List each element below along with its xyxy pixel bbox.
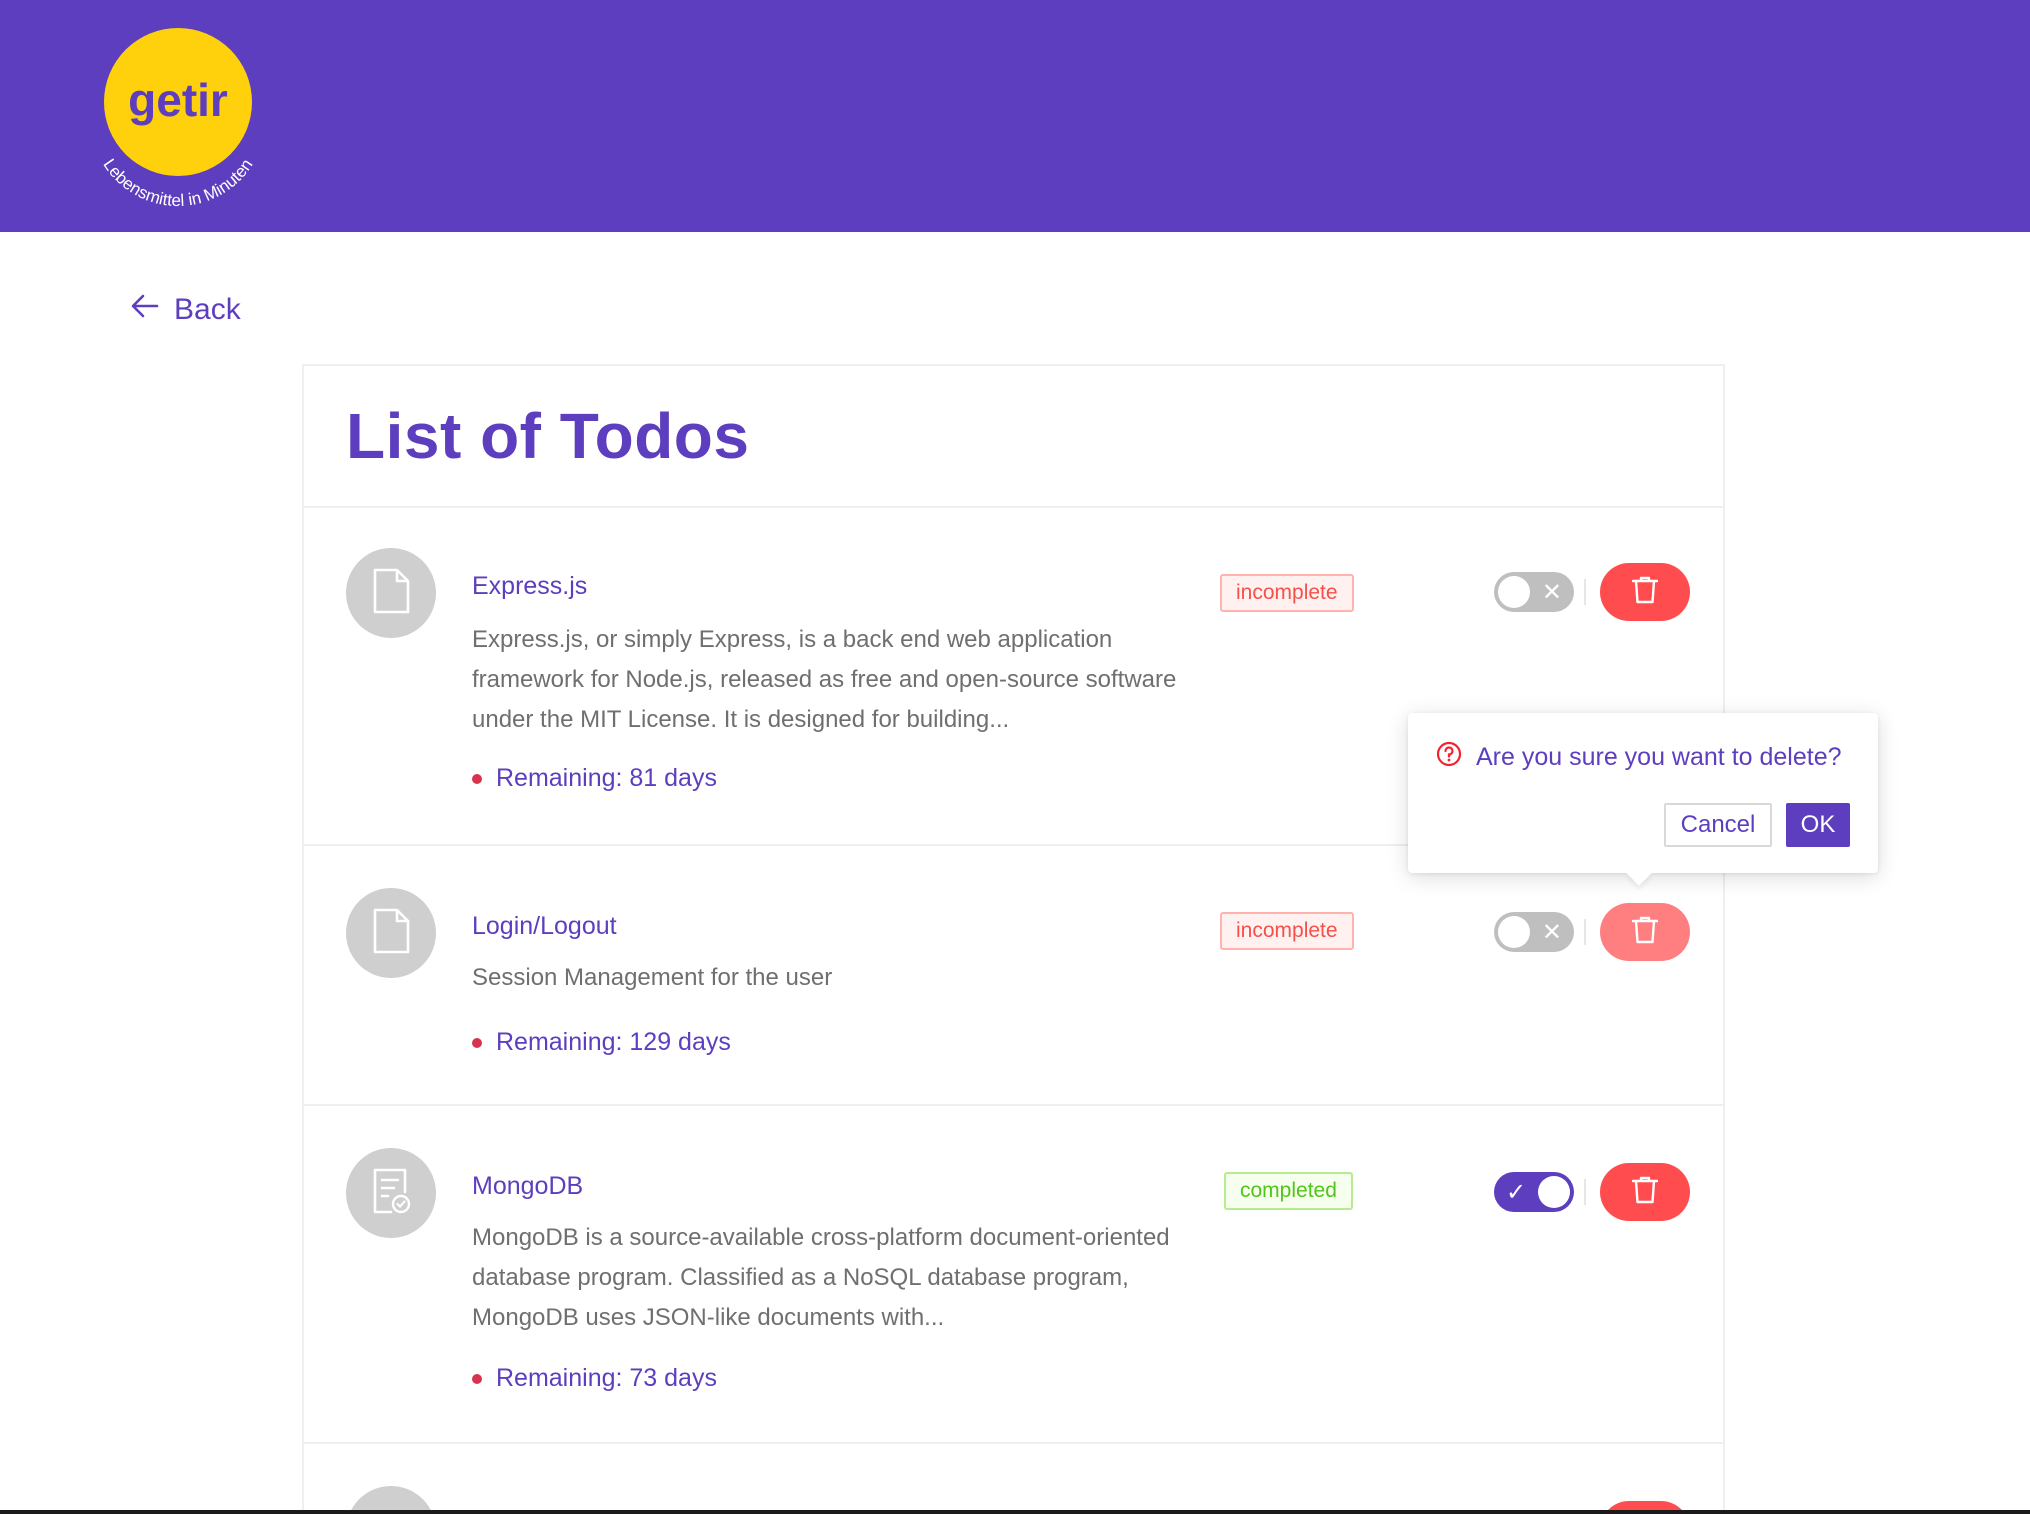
- todo-title[interactable]: MongoDB: [472, 1172, 583, 1201]
- toggle-knob: [1498, 576, 1530, 608]
- todo-remaining: Remaining: 73 days: [472, 1364, 717, 1393]
- toggle-knob: [1538, 1176, 1570, 1208]
- back-link[interactable]: Back: [130, 290, 241, 330]
- popover-text: Are you sure you want to delete?: [1476, 743, 1842, 771]
- card-header: List of Todos: [304, 366, 1723, 508]
- app-header: getir Lebensmittel in Minuten: [0, 0, 2030, 232]
- todo-title[interactable]: Express.js: [472, 572, 587, 601]
- file-icon: [371, 568, 411, 619]
- question-circle-icon: [1436, 741, 1462, 774]
- todo-remaining: Remaining: 81 days: [472, 764, 717, 793]
- todo-item: MongoDB MongoDB is a source-available cr…: [304, 1106, 1723, 1444]
- divider: [1584, 1179, 1586, 1205]
- todo-avatar: [346, 1148, 436, 1238]
- divider: [1584, 919, 1586, 945]
- trash-icon: [1631, 576, 1659, 609]
- complete-toggle[interactable]: ✓: [1494, 1172, 1574, 1212]
- arrow-left-icon: [130, 291, 160, 329]
- status-tag: completed: [1224, 1172, 1353, 1210]
- todo-description: Session Management for the user: [472, 964, 833, 991]
- svg-text:getir: getir: [128, 74, 228, 126]
- todo-list-card: List of Todos Express.js Express.js, or …: [302, 364, 1725, 1514]
- close-icon: ✕: [1541, 918, 1562, 946]
- file-done-icon: [371, 1168, 411, 1219]
- todo-item: [304, 1444, 1723, 1514]
- delete-button[interactable]: [1600, 563, 1690, 621]
- todo-item: Login/Logout Session Management for the …: [304, 846, 1723, 1106]
- ok-button[interactable]: OK: [1786, 803, 1850, 847]
- bottom-edge: [0, 1510, 2030, 1514]
- todo-description: Express.js, or simply Express, is a back…: [472, 626, 1177, 733]
- page: getir Lebensmittel in Minuten Back List …: [0, 0, 2030, 1514]
- remaining-label: Remaining: 81 days: [496, 764, 717, 792]
- status-tag: incomplete: [1220, 912, 1354, 950]
- remaining-label: Remaining: 73 days: [496, 1364, 717, 1392]
- cancel-button[interactable]: Cancel: [1664, 803, 1772, 847]
- check-icon: ✓: [1506, 1178, 1527, 1206]
- status-dot: [472, 1037, 482, 1048]
- popover-message: Are you sure you want to delete?: [1436, 741, 1842, 774]
- delete-button[interactable]: [1600, 1163, 1690, 1221]
- todo-description: MongoDB is a source-available cross-plat…: [472, 1224, 1170, 1331]
- todo-avatar: [346, 548, 436, 638]
- close-icon: ✕: [1541, 578, 1562, 606]
- file-icon: [371, 908, 411, 959]
- status-tag: incomplete: [1220, 574, 1354, 612]
- getir-logo[interactable]: getir Lebensmittel in Minuten: [78, 20, 278, 220]
- complete-toggle[interactable]: ✕: [1494, 912, 1574, 952]
- page-title: List of Todos: [346, 400, 750, 472]
- delete-confirm-popover: Are you sure you want to delete? Cancel …: [1408, 713, 1878, 886]
- remaining-label: Remaining: 129 days: [496, 1028, 731, 1056]
- status-dot: [472, 773, 482, 784]
- todo-avatar: [346, 888, 436, 978]
- back-label: Back: [174, 293, 241, 326]
- complete-toggle[interactable]: ✕: [1494, 572, 1574, 612]
- trash-icon: [1631, 1176, 1659, 1209]
- status-dot: [472, 1373, 482, 1384]
- toggle-knob: [1498, 916, 1530, 948]
- delete-button[interactable]: [1600, 903, 1690, 961]
- trash-icon: [1631, 916, 1659, 949]
- todo-remaining: Remaining: 129 days: [472, 1028, 731, 1057]
- divider: [1584, 579, 1586, 605]
- todo-title[interactable]: Login/Logout: [472, 912, 617, 941]
